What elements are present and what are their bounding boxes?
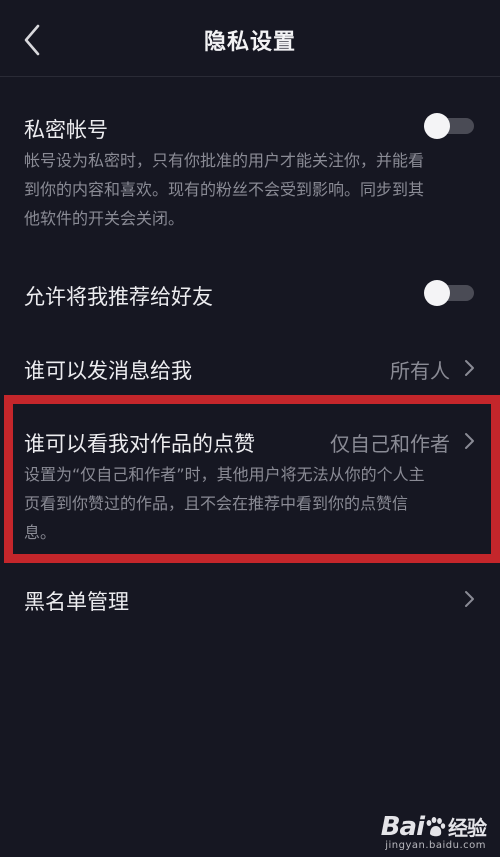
recommend-to-friends-label: 允许将我推荐给好友 <box>24 285 213 309</box>
description-line: 帐号设为私密时，只有你批准的用户才能关注你，并能看 <box>24 151 425 170</box>
chevron-right-icon <box>465 591 474 607</box>
who-can-message-label: 谁可以发消息给我 <box>24 359 192 383</box>
baidu-jingyan-watermark: Bai 经验 jingyan.baidu.com <box>380 812 487 851</box>
page-title: 隐私设置 <box>203 30 296 55</box>
private-account-toggle[interactable] <box>424 113 474 139</box>
chevron-right-icon <box>465 360 474 376</box>
privacy-settings-screen: 隐私设置 私密帐号 帐号设为私密时，只有你批准的用户才能关注你，并能看 到你的内… <box>0 0 500 857</box>
watermark-brand-suffix: 经验 <box>448 816 487 840</box>
description-line: 他软件的开关会关闭。 <box>24 209 185 228</box>
highlight-annotation-box <box>4 395 500 563</box>
nav-bar: 隐私设置 <box>0 0 500 77</box>
toggle-knob <box>424 113 450 139</box>
private-account-label: 私密帐号 <box>24 118 108 142</box>
watermark-logo: Bai 经验 <box>380 812 487 842</box>
watermark-url: jingyan.baidu.com <box>385 840 486 851</box>
recommend-to-friends-toggle[interactable] <box>424 280 474 306</box>
who-can-message-value: 所有人 <box>390 359 450 383</box>
description-line: 到你的内容和喜欢。现有的粉丝不会受到影响。同步到其 <box>24 180 425 199</box>
private-account-description: 帐号设为私密时，只有你批准的用户才能关注你，并能看 到你的内容和喜欢。现有的粉丝… <box>24 146 424 233</box>
toggle-knob <box>424 280 450 306</box>
paw-icon <box>426 817 446 837</box>
blacklist-label: 黑名单管理 <box>24 590 129 614</box>
watermark-brand: Bai <box>380 812 425 842</box>
